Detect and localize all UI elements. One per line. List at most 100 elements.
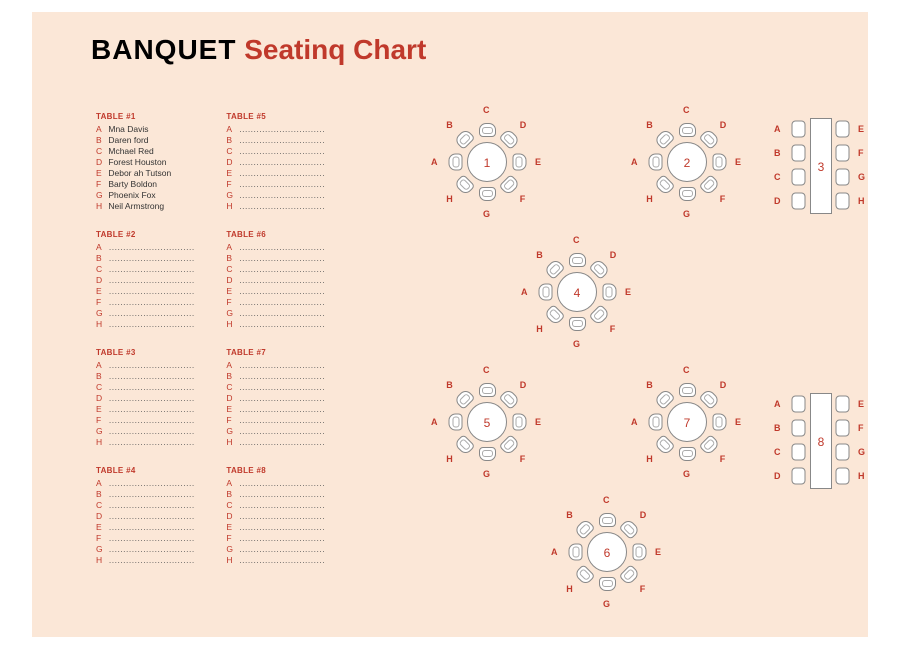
table-number: 7 xyxy=(667,402,707,442)
seat-label: B xyxy=(566,510,573,520)
seat-letter: H xyxy=(96,319,106,330)
chair xyxy=(448,414,462,431)
guest-list-title: TABLE #3 xyxy=(96,348,224,357)
seat-letter: E xyxy=(226,168,236,179)
seat-label: C xyxy=(774,172,781,182)
guest-name: .............................. xyxy=(106,489,195,499)
seat-label: D xyxy=(774,471,781,481)
guest-row: F .............................. xyxy=(226,179,354,190)
guest-row: A .............................. xyxy=(226,242,354,253)
floor-plan: 1CDEFGHAB2CDEFGHAB4CDEFGHAB5CDEFGHAB7CDE… xyxy=(372,102,872,642)
seat-label: B xyxy=(446,380,453,390)
guest-name: Barty Boldon xyxy=(106,179,157,189)
seat-label: H xyxy=(858,471,865,481)
chair xyxy=(679,187,696,201)
chair xyxy=(712,154,726,171)
seat-letter: D xyxy=(226,393,236,404)
seat-label: E xyxy=(735,417,741,427)
guest-row: F .............................. xyxy=(226,297,354,308)
guest-name: .............................. xyxy=(236,179,325,189)
seat-letter: A xyxy=(96,242,106,253)
chair xyxy=(538,284,552,301)
seat-letter: F xyxy=(96,297,106,308)
seat-letter: F xyxy=(226,179,236,190)
chair xyxy=(836,169,850,186)
guest-name: .............................. xyxy=(106,275,195,285)
guest-list-col-2: TABLE #5A ..............................… xyxy=(226,112,354,584)
seat-label: G xyxy=(858,172,865,182)
guest-name: .............................. xyxy=(106,511,195,521)
seat-label: E xyxy=(858,124,864,134)
seat-letter: D xyxy=(226,275,236,286)
seat-label: G xyxy=(683,469,690,479)
seat-label: E xyxy=(858,399,864,409)
seat-letter: B xyxy=(226,371,236,382)
guest-row: B .............................. xyxy=(96,253,224,264)
chair xyxy=(568,544,582,561)
seat-letter: G xyxy=(96,544,106,555)
chair xyxy=(573,564,595,586)
seat-letter: A xyxy=(96,360,106,371)
seat-letter: B xyxy=(226,489,236,500)
seat-label: D xyxy=(520,380,527,390)
guest-row: E .............................. xyxy=(226,286,354,297)
seat-label: F xyxy=(858,423,864,433)
guest-row: D .............................. xyxy=(96,275,224,286)
guest-name: Daren ford xyxy=(106,135,149,145)
seat-letter: F xyxy=(226,297,236,308)
seat-label: D xyxy=(720,120,727,130)
seat-letter: C xyxy=(96,500,106,511)
guest-name: .............................. xyxy=(236,286,325,296)
guest-name: .............................. xyxy=(236,190,325,200)
seat-label: C xyxy=(603,495,610,505)
chair xyxy=(836,420,850,437)
seat-label: H xyxy=(646,194,653,204)
chair xyxy=(653,174,675,196)
chair xyxy=(699,174,721,196)
seat-letter: G xyxy=(226,426,236,437)
guest-list-block: TABLE #3 A ..............................… xyxy=(96,348,224,448)
seat-label: H xyxy=(446,194,453,204)
guest-name: Mna Davis xyxy=(106,124,149,134)
seat-letter: F xyxy=(96,179,106,190)
seat-label: E xyxy=(655,547,661,557)
guest-row: G .............................. xyxy=(96,544,224,555)
chair xyxy=(792,444,806,461)
seat-letter: H xyxy=(96,555,106,566)
seat-label: B xyxy=(646,380,653,390)
guest-row: D .............................. xyxy=(226,275,354,286)
guest-row: F .............................. xyxy=(96,415,224,426)
rect-table: 3AEBFCGDH xyxy=(772,112,872,228)
guest-row: E .............................. xyxy=(226,168,354,179)
chair xyxy=(712,414,726,431)
guest-name: .............................. xyxy=(236,146,325,156)
guest-name: Mchael Red xyxy=(106,146,154,156)
chair xyxy=(453,174,475,196)
guest-name: .............................. xyxy=(236,253,325,263)
seat-letter: H xyxy=(96,201,106,212)
guest-row: C .............................. xyxy=(226,264,354,275)
guest-row: G .............................. xyxy=(226,544,354,555)
seat-letter: G xyxy=(96,426,106,437)
guest-row: A .............................. xyxy=(226,124,354,135)
guest-name: .............................. xyxy=(106,404,195,414)
guest-name: .............................. xyxy=(106,415,195,425)
chair xyxy=(699,128,721,150)
guest-name: .............................. xyxy=(106,533,195,543)
seat-letter: C xyxy=(226,382,236,393)
guest-name: .............................. xyxy=(106,426,195,436)
guest-name: .............................. xyxy=(236,242,325,252)
seat-label: B xyxy=(774,148,781,158)
guest-name: Phoenix Fox xyxy=(106,190,156,200)
chair xyxy=(479,383,496,397)
guest-row: C .............................. xyxy=(96,264,224,275)
chair xyxy=(619,518,641,540)
guest-name: .............................. xyxy=(236,382,325,392)
table-number: 2 xyxy=(667,142,707,182)
seat-label: B xyxy=(774,423,781,433)
chair xyxy=(653,434,675,456)
guest-name: .............................. xyxy=(106,319,195,329)
guest-name: .............................. xyxy=(106,297,195,307)
seat-letter: D xyxy=(96,157,106,168)
seat-label: H xyxy=(446,454,453,464)
